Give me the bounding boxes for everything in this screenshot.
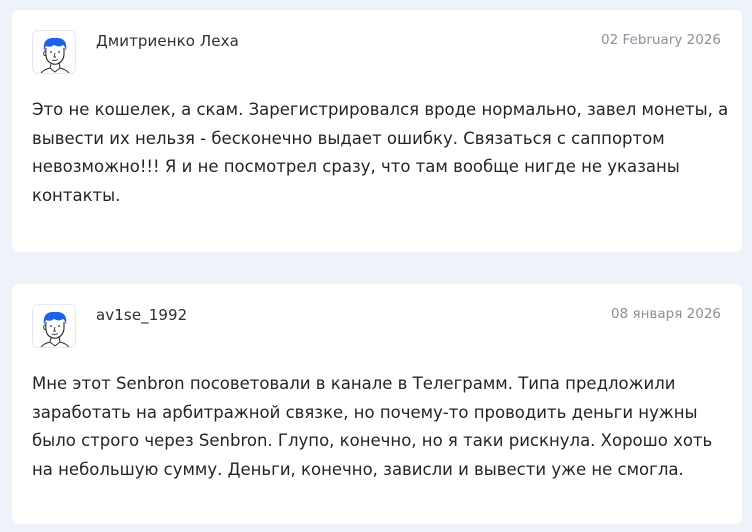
user-sketch-icon [40, 311, 70, 347]
user-sketch-icon [40, 37, 70, 73]
review-text: Мне этот Senbron посоветовали в канале в… [32, 374, 713, 479]
review-date: 02 February 2026 [601, 32, 721, 48]
review-text: Это не кошелек, а скам. Зарегистрировалс… [32, 100, 729, 205]
review-author: Дмитриенко Леха [96, 32, 239, 50]
review-card: av1se_1992 08 января 2026 Мне этот Senbr… [12, 284, 742, 524]
avatar [32, 304, 76, 348]
review-card: Дмитриенко Леха 02 February 2026 Это не … [12, 10, 742, 252]
review-author: av1se_1992 [96, 306, 188, 324]
review-date: 08 января 2026 [611, 306, 721, 322]
avatar [32, 30, 76, 74]
